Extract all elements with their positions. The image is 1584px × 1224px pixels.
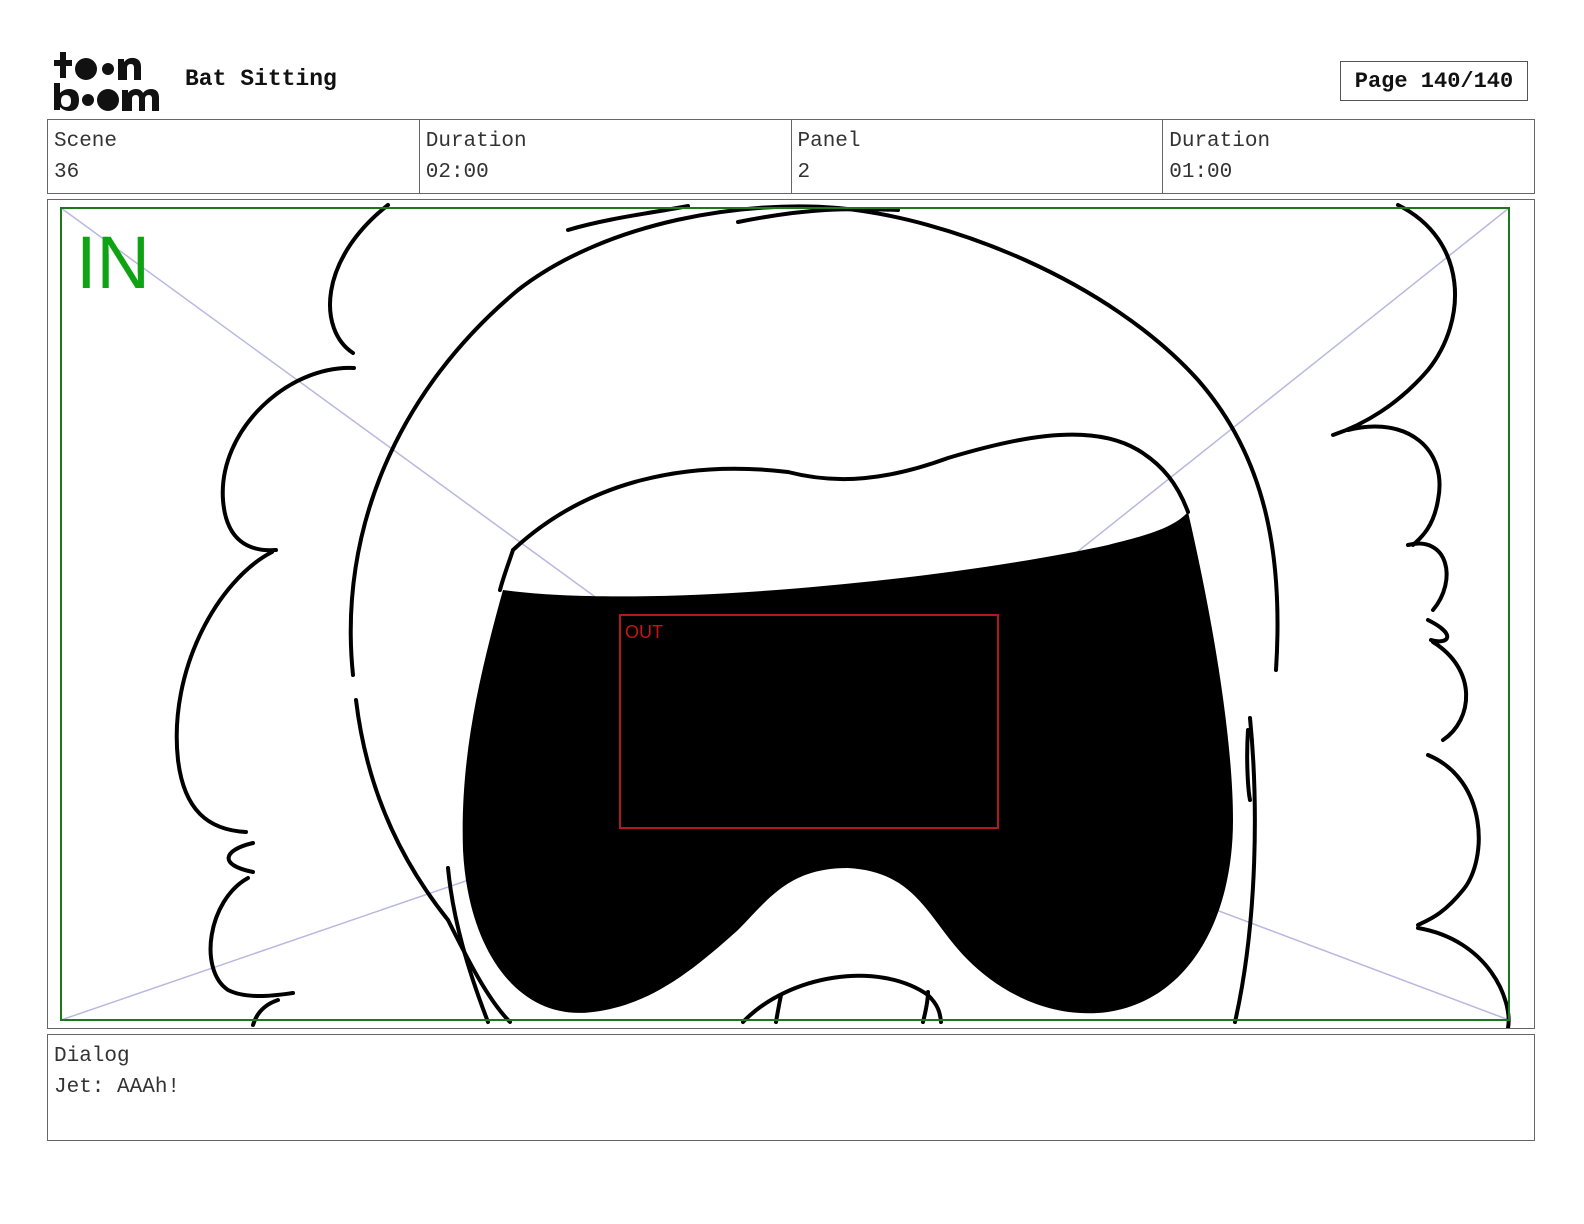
panel-drawing	[60, 203, 1511, 1028]
dialog-text: Jet: AAAh!	[54, 1076, 181, 1099]
scene-cell: Scene 36	[48, 120, 420, 193]
scene-duration-cell: Duration 02:00	[420, 120, 792, 193]
toonboom-logo-mark	[54, 52, 159, 111]
toonboom-logo	[52, 50, 164, 112]
panel-value: 2	[797, 161, 811, 184]
dialog-label: Dialog	[54, 1045, 130, 1068]
scene-label: Scene	[54, 130, 118, 153]
dialog-section: Dialog Jet: AAAh!	[47, 1034, 1535, 1141]
project-title: Bat Sitting	[185, 66, 337, 92]
out-frame-label: OUT	[625, 622, 663, 642]
page-number: Page 140/140	[1340, 61, 1528, 101]
storyboard-panel: IN OUT	[47, 199, 1535, 1029]
scene-value: 36	[54, 161, 80, 184]
in-frame-label: IN	[76, 221, 150, 304]
mask-shape	[462, 512, 1233, 1014]
scene-duration-value: 02:00	[425, 161, 489, 184]
panel-duration-cell: Duration 01:00	[1163, 120, 1534, 193]
scene-duration-label: Duration	[425, 130, 527, 153]
panel-label: Panel	[797, 130, 861, 153]
panel-cell: Panel 2	[792, 120, 1164, 193]
panel-duration-label: Duration	[1169, 130, 1271, 153]
scene-info-table: Scene 36 Duration 02:00 Panel 2 Duration…	[47, 119, 1535, 194]
panel-duration-value: 01:00	[1169, 161, 1233, 184]
